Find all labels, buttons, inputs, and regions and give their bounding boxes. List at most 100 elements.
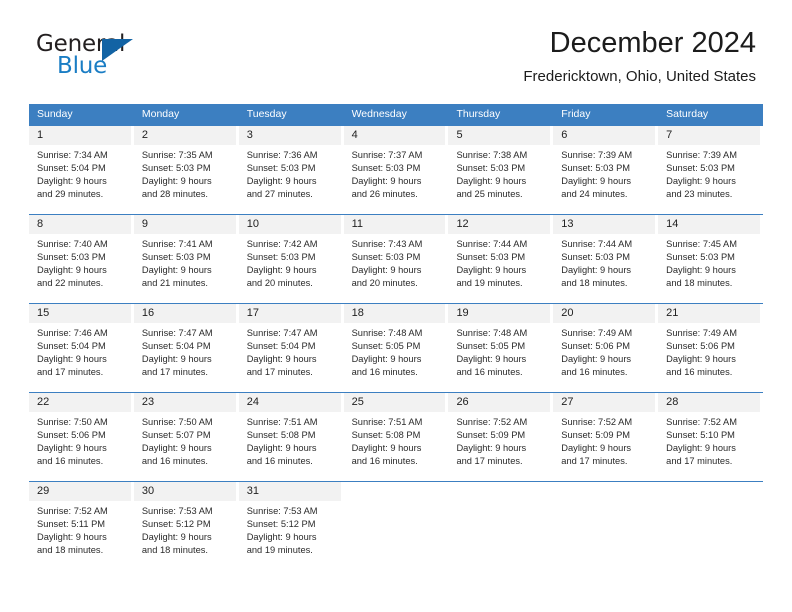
- day-cell[interactable]: 1 Sunrise: 7:34 AM Sunset: 5:04 PM Dayli…: [29, 126, 134, 214]
- daylight-text-line2: and 26 minutes.: [351, 188, 418, 199]
- sunrise-text: Sunrise: 7:35 AM: [141, 150, 213, 160]
- day-cell[interactable]: 26 Sunrise: 7:52 AM Sunset: 5:09 PM Dayl…: [448, 393, 553, 481]
- day-cell-empty: [448, 482, 553, 570]
- day-cell[interactable]: 28 Sunrise: 7:52 AM Sunset: 5:10 PM Dayl…: [658, 393, 763, 481]
- daylight-text-line2: and 20 minutes.: [351, 277, 418, 288]
- day-cell[interactable]: 13 Sunrise: 7:44 AM Sunset: 5:03 PM Dayl…: [553, 215, 658, 303]
- day-number: 18: [343, 304, 446, 323]
- daylight-text-line1: Daylight: 9 hours: [141, 531, 212, 542]
- day-details: Sunrise: 7:52 AM Sunset: 5:09 PM Dayligh…: [553, 412, 655, 468]
- sunset-text: Sunset: 5:04 PM: [246, 340, 316, 351]
- day-cell[interactable]: 15 Sunrise: 7:46 AM Sunset: 5:04 PM Dayl…: [29, 304, 134, 392]
- day-cell[interactable]: 10 Sunrise: 7:42 AM Sunset: 5:03 PM Dayl…: [238, 215, 344, 303]
- sunset-text: Sunset: 5:03 PM: [246, 251, 316, 262]
- day-details: Sunrise: 7:44 AM Sunset: 5:03 PM Dayligh…: [553, 234, 655, 290]
- daylight-text-line2: and 17 minutes.: [141, 366, 209, 377]
- day-number: 21: [658, 304, 761, 323]
- day-number: 7: [658, 126, 761, 145]
- sunset-text: Sunset: 5:03 PM: [456, 251, 526, 262]
- day-cell[interactable]: 22 Sunrise: 7:50 AM Sunset: 5:06 PM Dayl…: [29, 393, 134, 481]
- daylight-text-line1: Daylight: 9 hours: [666, 264, 736, 275]
- day-cell[interactable]: 3 Sunrise: 7:36 AM Sunset: 5:03 PM Dayli…: [238, 126, 344, 214]
- day-cell[interactable]: 5 Sunrise: 7:38 AM Sunset: 5:03 PM Dayli…: [448, 126, 553, 214]
- calendar-page: General Blue December 2024 Fredericktown…: [0, 0, 792, 612]
- sunrise-text: Sunrise: 7:34 AM: [37, 150, 108, 160]
- sunrise-text: Sunrise: 7:39 AM: [666, 150, 737, 160]
- day-number: 24: [238, 393, 341, 412]
- day-details: Sunrise: 7:47 AM Sunset: 5:04 PM Dayligh…: [134, 323, 236, 379]
- day-cell[interactable]: 17 Sunrise: 7:47 AM Sunset: 5:04 PM Dayl…: [238, 304, 344, 392]
- sunset-text: Sunset: 5:04 PM: [37, 162, 106, 173]
- daylight-text-line2: and 16 minutes.: [141, 455, 209, 466]
- day-details: Sunrise: 7:36 AM Sunset: 5:03 PM Dayligh…: [239, 145, 341, 201]
- sunrise-text: Sunrise: 7:52 AM: [561, 417, 633, 427]
- day-cell[interactable]: 31 Sunrise: 7:53 AM Sunset: 5:12 PM Dayl…: [238, 482, 344, 570]
- day-cell[interactable]: 4 Sunrise: 7:37 AM Sunset: 5:03 PM Dayli…: [343, 126, 449, 214]
- day-number: 20: [553, 304, 656, 323]
- daylight-text-line1: Daylight: 9 hours: [351, 353, 422, 364]
- day-cell[interactable]: 14 Sunrise: 7:45 AM Sunset: 5:03 PM Dayl…: [658, 215, 763, 303]
- day-details: Sunrise: 7:40 AM Sunset: 5:03 PM Dayligh…: [29, 234, 131, 290]
- daylight-text-line1: Daylight: 9 hours: [37, 353, 107, 364]
- day-cell[interactable]: 24 Sunrise: 7:51 AM Sunset: 5:08 PM Dayl…: [238, 393, 344, 481]
- day-cell[interactable]: 9 Sunrise: 7:41 AM Sunset: 5:03 PM Dayli…: [133, 215, 239, 303]
- sunset-text: Sunset: 5:03 PM: [666, 251, 735, 262]
- day-number: 5: [448, 126, 551, 145]
- daylight-text-line2: and 16 minutes.: [351, 366, 418, 377]
- sunrise-text: Sunrise: 7:53 AM: [246, 506, 318, 516]
- daylight-text-line1: Daylight: 9 hours: [37, 264, 107, 275]
- sunrise-text: Sunrise: 7:42 AM: [246, 239, 318, 249]
- day-number: 22: [29, 393, 131, 412]
- day-details: Sunrise: 7:43 AM Sunset: 5:03 PM Dayligh…: [344, 234, 446, 290]
- daylight-text-line2: and 27 minutes.: [246, 188, 313, 199]
- daylight-text-line1: Daylight: 9 hours: [246, 531, 317, 542]
- day-number: [658, 482, 760, 501]
- sunrise-text: Sunrise: 7:49 AM: [666, 328, 737, 338]
- day-number: 27: [553, 393, 656, 412]
- day-details: Sunrise: 7:46 AM Sunset: 5:04 PM Dayligh…: [29, 323, 131, 379]
- daylight-text-line2: and 16 minutes.: [456, 366, 523, 377]
- daylight-text-line2: and 19 minutes.: [246, 544, 313, 555]
- sunset-text: Sunset: 5:03 PM: [666, 162, 735, 173]
- daylight-text-line2: and 18 minutes.: [37, 544, 104, 555]
- day-cell[interactable]: 6 Sunrise: 7:39 AM Sunset: 5:03 PM Dayli…: [553, 126, 658, 214]
- day-cell[interactable]: 12 Sunrise: 7:44 AM Sunset: 5:03 PM Dayl…: [448, 215, 553, 303]
- day-cell[interactable]: 8 Sunrise: 7:40 AM Sunset: 5:03 PM Dayli…: [29, 215, 134, 303]
- day-details: Sunrise: 7:42 AM Sunset: 5:03 PM Dayligh…: [239, 234, 341, 290]
- daylight-text-line2: and 18 minutes.: [141, 544, 209, 555]
- day-cell[interactable]: 30 Sunrise: 7:53 AM Sunset: 5:12 PM Dayl…: [133, 482, 239, 570]
- day-cell[interactable]: 27 Sunrise: 7:52 AM Sunset: 5:09 PM Dayl…: [553, 393, 658, 481]
- sunrise-text: Sunrise: 7:44 AM: [456, 239, 528, 249]
- day-cell[interactable]: 7 Sunrise: 7:39 AM Sunset: 5:03 PM Dayli…: [658, 126, 763, 214]
- daylight-text-line1: Daylight: 9 hours: [246, 175, 317, 186]
- day-cell[interactable]: 29 Sunrise: 7:52 AM Sunset: 5:11 PM Dayl…: [29, 482, 134, 570]
- week-row: 22 Sunrise: 7:50 AM Sunset: 5:06 PM Dayl…: [29, 392, 763, 481]
- day-details: Sunrise: 7:49 AM Sunset: 5:06 PM Dayligh…: [658, 323, 760, 379]
- day-number: 23: [133, 393, 236, 412]
- day-cell[interactable]: 16 Sunrise: 7:47 AM Sunset: 5:04 PM Dayl…: [133, 304, 239, 392]
- sunrise-text: Sunrise: 7:47 AM: [246, 328, 318, 338]
- day-cell[interactable]: 25 Sunrise: 7:51 AM Sunset: 5:08 PM Dayl…: [343, 393, 449, 481]
- day-details: Sunrise: 7:53 AM Sunset: 5:12 PM Dayligh…: [239, 501, 341, 557]
- day-number: 17: [238, 304, 341, 323]
- day-cell[interactable]: 11 Sunrise: 7:43 AM Sunset: 5:03 PM Dayl…: [343, 215, 449, 303]
- daylight-text-line1: Daylight: 9 hours: [246, 442, 317, 453]
- day-number: [553, 482, 655, 501]
- daylight-text-line2: and 24 minutes.: [561, 188, 628, 199]
- day-cell[interactable]: 19 Sunrise: 7:48 AM Sunset: 5:05 PM Dayl…: [448, 304, 553, 392]
- daylight-text-line2: and 23 minutes.: [666, 188, 733, 199]
- day-cell[interactable]: 18 Sunrise: 7:48 AM Sunset: 5:05 PM Dayl…: [343, 304, 449, 392]
- day-cell[interactable]: 20 Sunrise: 7:49 AM Sunset: 5:06 PM Dayl…: [553, 304, 658, 392]
- daylight-text-line1: Daylight: 9 hours: [666, 175, 736, 186]
- day-number: 25: [343, 393, 446, 412]
- daylight-text-line1: Daylight: 9 hours: [141, 353, 212, 364]
- sunrise-text: Sunrise: 7:45 AM: [666, 239, 737, 249]
- day-cell[interactable]: 2 Sunrise: 7:35 AM Sunset: 5:03 PM Dayli…: [133, 126, 239, 214]
- calendar-grid: Sunday Monday Tuesday Wednesday Thursday…: [29, 104, 763, 570]
- sunset-text: Sunset: 5:10 PM: [666, 429, 735, 440]
- day-cell[interactable]: 23 Sunrise: 7:50 AM Sunset: 5:07 PM Dayl…: [133, 393, 239, 481]
- daylight-text-line2: and 22 minutes.: [37, 277, 104, 288]
- day-cell[interactable]: 21 Sunrise: 7:49 AM Sunset: 5:06 PM Dayl…: [658, 304, 763, 392]
- sunset-text: Sunset: 5:09 PM: [456, 429, 526, 440]
- sunset-text: Sunset: 5:03 PM: [456, 162, 526, 173]
